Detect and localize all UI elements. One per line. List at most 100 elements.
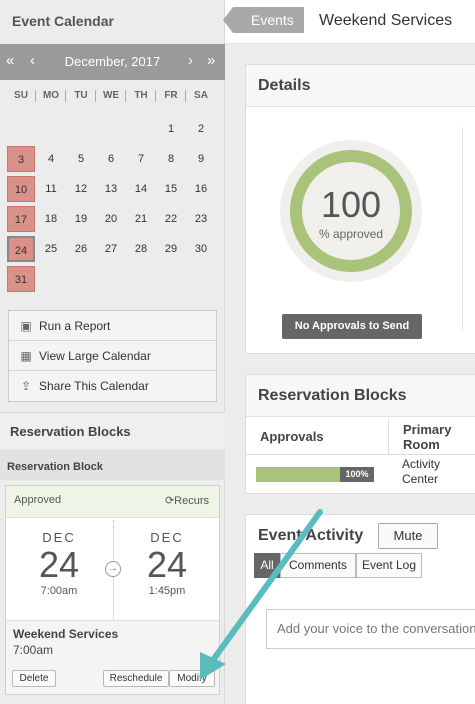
approval-percent: 100 (320, 184, 382, 225)
calendar-day[interactable]: 11 (37, 176, 65, 202)
mute-button[interactable]: Mute (378, 523, 438, 549)
details-divider (462, 127, 463, 331)
report-icon: ▣ (20, 319, 32, 333)
calendar-day[interactable]: 10 (7, 176, 35, 202)
calendar-day[interactable]: 27 (97, 236, 125, 262)
weekday-label: TU (74, 90, 88, 101)
page-title: Weekend Services (319, 12, 453, 29)
calendar-day[interactable]: 18 (37, 206, 65, 232)
approval-donut: 100 % approved (280, 140, 422, 282)
column-approvals: Approvals (260, 429, 324, 444)
reservation-block-card: Approved ⟳Recurs DEC 24 7:00am → DEC 24 … (5, 485, 220, 695)
weekday-label: TH (134, 90, 148, 101)
calendar-day[interactable]: 30 (187, 236, 215, 262)
reservation-actions: Delete Reschedule Modify (6, 664, 219, 694)
view-large-calendar-label: View Large Calendar (39, 349, 151, 363)
reservation-block-subheading: Reservation Block (0, 450, 225, 480)
weekday-separator (35, 90, 36, 102)
start-date: DEC 24 7:00am (14, 530, 104, 597)
modify-button[interactable]: Modify (169, 670, 215, 687)
calendar-day[interactable]: 3 (7, 146, 35, 172)
calendar-day[interactable]: 13 (97, 176, 125, 202)
page-header: Events Weekend Services (223, 0, 475, 44)
calendar-day[interactable]: 8 (157, 146, 185, 172)
calendar-actions: ▣ Run a Report ▦ View Large Calendar ⇪ Shar… (8, 310, 217, 402)
approval-progress-fill (256, 467, 340, 482)
table-row[interactable]: 100% Activity Center (246, 455, 475, 493)
sidebar: Event Calendar « ‹ December, 2017 › » SU… (0, 0, 225, 704)
calendar-day[interactable]: 26 (67, 236, 95, 262)
recurs-icon: ⟳ (164, 495, 175, 507)
comment-input[interactable]: Add your voice to the conversation (266, 609, 475, 649)
calendar-day[interactable]: 25 (37, 236, 65, 262)
weekday-separator (65, 90, 66, 102)
approval-percent-label: % approved (318, 227, 384, 241)
start-time: 7:00am (40, 585, 78, 597)
reschedule-button[interactable]: Reschedule (103, 670, 169, 687)
approval-progress-label: 100% (340, 467, 374, 482)
calendar-day[interactable]: 14 (127, 176, 155, 202)
tab-comments[interactable]: Comments (280, 553, 356, 578)
weekday-separator (185, 90, 186, 102)
event-summary: Weekend Services 7:00am (6, 620, 219, 664)
run-report-button[interactable]: ▣ Run a Report (9, 311, 216, 341)
calendar-day[interactable]: 29 (157, 236, 185, 262)
calendar-day[interactable]: 20 (97, 206, 125, 232)
table-header: Approvals Primary Room (246, 417, 475, 455)
calendar-day[interactable]: 31 (7, 266, 35, 292)
details-title: Details (246, 65, 475, 107)
view-large-calendar-button[interactable]: ▦ View Large Calendar (9, 341, 216, 371)
calendar-day[interactable]: 5 (67, 146, 95, 172)
weekday-separator (125, 90, 126, 102)
reservation-blocks-title: Reservation Blocks (246, 375, 475, 417)
approval-progress-bar (256, 467, 340, 482)
calendar-day[interactable]: 12 (67, 176, 95, 202)
start-day: 24 (38, 544, 80, 585)
event-activity-panel: Event Activity Mute All Comments Event L… (245, 514, 475, 704)
calendar-day[interactable]: 22 (157, 206, 185, 232)
calendar-day[interactable]: 16 (187, 176, 215, 202)
end-time: 1:45pm (148, 585, 186, 597)
end-month: DEC (150, 530, 184, 545)
weekday-label: MO (42, 90, 60, 101)
end-day: 24 (146, 544, 188, 585)
weekday-separator (95, 90, 96, 102)
share-icon: ⇪ (20, 379, 32, 393)
arrow-right-icon: → (105, 561, 121, 577)
calendar-day[interactable]: 4 (37, 146, 65, 172)
calendar-day[interactable]: 17 (7, 206, 35, 232)
calendar-header: « ‹ December, 2017 › » (0, 44, 225, 80)
delete-button[interactable]: Delete (12, 670, 56, 687)
calendar-day[interactable]: 24 (7, 236, 35, 262)
last-month-icon[interactable]: » (207, 52, 215, 69)
calendar-day[interactable]: 21 (127, 206, 155, 232)
tab-all[interactable]: All (254, 553, 280, 578)
weekday-label: SA (194, 90, 208, 101)
calendar-day[interactable]: 7 (127, 146, 155, 172)
run-report-label: Run a Report (39, 319, 111, 333)
event-time: 7:00am (13, 643, 54, 657)
calendar-day[interactable]: 23 (187, 206, 215, 232)
calendar-day[interactable]: 9 (187, 146, 215, 172)
breadcrumb-events[interactable]: Events (223, 7, 304, 33)
calendar-day[interactable]: 19 (67, 206, 95, 232)
recurs-indicator[interactable]: ⟳Recurs (165, 494, 209, 507)
calendar-day[interactable]: 15 (157, 176, 185, 202)
next-month-icon[interactable]: › (188, 52, 193, 69)
weekday-label: WE (102, 90, 120, 101)
share-calendar-button[interactable]: ⇪ Share This Calendar (9, 371, 216, 401)
calendar-day[interactable]: 28 (127, 236, 155, 262)
calendar-day[interactable]: 6 (97, 146, 125, 172)
weekday-label: SU (14, 90, 28, 101)
event-activity-title: Event Activity (246, 515, 475, 557)
start-month: DEC (42, 530, 76, 545)
reservation-blocks-heading: Reservation Blocks (0, 412, 225, 448)
end-date: DEC 24 1:45pm (122, 530, 212, 597)
weekday-label: FR (164, 90, 178, 101)
tab-event-log[interactable]: Event Log (356, 553, 422, 578)
calendar-day[interactable]: 2 (187, 116, 215, 142)
calendar-day[interactable]: 1 (157, 116, 185, 142)
weekday-separator (155, 90, 156, 102)
calendar-icon: ▦ (20, 349, 32, 363)
no-approvals-button[interactable]: No Approvals to Send (282, 314, 422, 339)
